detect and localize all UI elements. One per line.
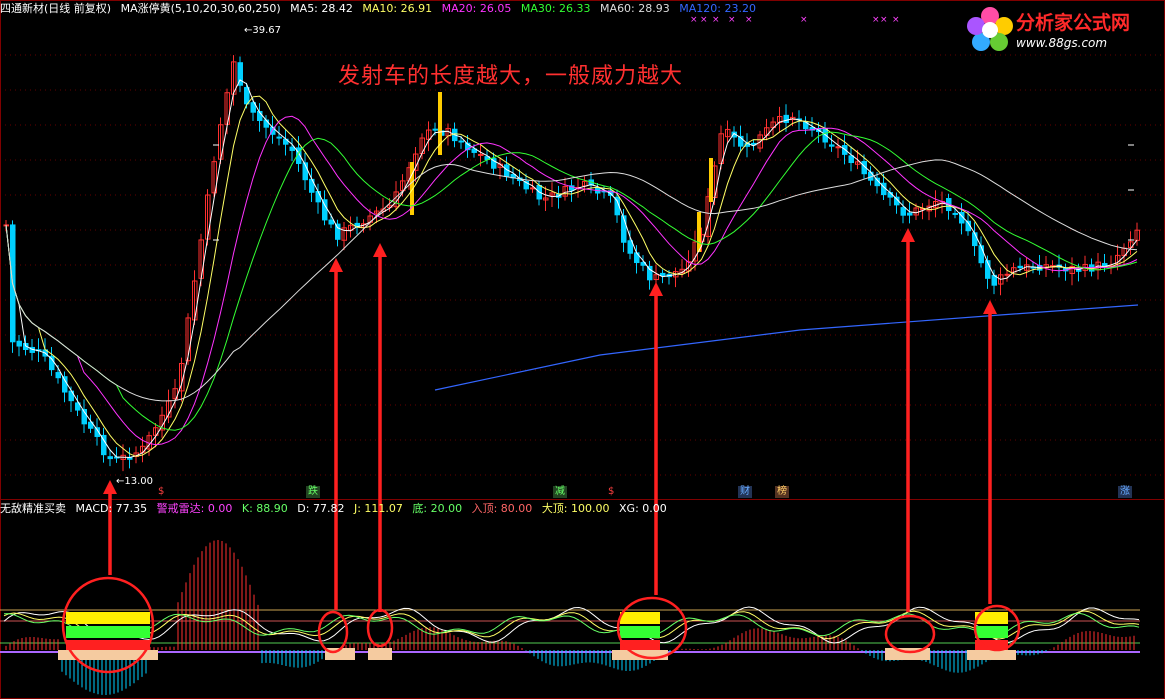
big-top-value: 大顶: 100.00 [541, 502, 610, 515]
candle-body [289, 146, 295, 151]
low-price-label: ←13.00 [116, 476, 153, 487]
candle-body [660, 272, 666, 276]
kdj-d-line [3, 612, 1140, 637]
buy-zone-green [66, 626, 150, 638]
event-tag-die[interactable]: 跌 [306, 486, 320, 498]
ma30-line [5, 131, 1138, 431]
candle-body [835, 146, 841, 149]
event-tag-cai[interactable]: 财 [738, 486, 752, 498]
bottom-value: 底: 20.00 [412, 502, 463, 515]
candle-body [978, 245, 984, 264]
buy-zone-green [620, 626, 660, 638]
high-price-label: ←39.67 [244, 25, 281, 36]
ma5-value: MA5: 28.42 [290, 2, 353, 15]
buy-zone-green [975, 626, 1008, 638]
event-tag-dollar-2[interactable]: $ [606, 486, 616, 498]
candle-body [432, 128, 438, 131]
main-chart-header: 四通新材(日线 前复权) MA涨停黄(5,10,20,30,60,250) MA… [0, 0, 762, 18]
sub-indicator-name: 无敌精准买卖 [0, 502, 66, 515]
logo: 分析家公式网 www.88gs.com [964, 2, 1164, 60]
ma20-value: MA20: 26.05 [441, 2, 512, 15]
k-value: K: 88.90 [241, 502, 288, 515]
ma120-line [434, 304, 1139, 391]
limit-up-candle [697, 212, 701, 252]
candle-body [952, 212, 958, 215]
candle-body [458, 140, 464, 143]
candle-body [627, 240, 633, 254]
candle-body [1004, 273, 1010, 276]
candle-body [107, 456, 113, 460]
candle-body [647, 265, 653, 281]
candle-body [907, 212, 913, 216]
candle-body [244, 87, 250, 105]
event-tag-jian[interactable]: 减 [553, 486, 567, 498]
radar-value: 警戒雷达: 0.00 [156, 502, 233, 515]
signal-arrow-1-head [103, 480, 117, 494]
logo-title: 分析家公式网 [1016, 12, 1131, 34]
candle-body [783, 114, 789, 123]
stock-chart[interactable]: ←39.67←13.00× × × × × × × × × [0, 0, 1165, 699]
xg-value: XG: 0.00 [619, 502, 667, 515]
buy-zone-red [66, 640, 150, 650]
highlight-circle [317, 610, 349, 654]
ma60-value: MA60: 28.93 [600, 2, 670, 15]
candle-body [62, 376, 68, 393]
signal-arrow-6-head [983, 300, 997, 314]
top-marker: × [880, 15, 888, 25]
candle-body [335, 223, 341, 240]
candle-body [55, 372, 61, 379]
signal-arrow-3-head [373, 243, 387, 257]
ma30-value: MA30: 26.33 [520, 2, 591, 15]
top-marker: × [872, 15, 880, 25]
limit-up-candle [709, 158, 713, 202]
candle-body [829, 144, 835, 147]
signal-arrow-5-head [901, 228, 915, 242]
buy-zone-base [967, 650, 1016, 660]
sub-chart-header: 无敌精准买卖 MACD: 77.35 警戒雷达: 0.00 K: 88.90 D… [0, 500, 673, 518]
j-value: J: 111.07 [353, 502, 403, 515]
candle-body [478, 153, 484, 156]
ma10-line [5, 95, 1138, 457]
annotation-text: 发射车的长度越大，一般威力越大 [338, 64, 684, 89]
ma20-line [5, 115, 1138, 446]
flower-logo-icon [967, 7, 1013, 51]
stock-title: 四通新材(日线 前复权) [0, 2, 112, 15]
candle-body [263, 119, 269, 128]
candle-body [848, 155, 854, 164]
signal-arrow-4-head [649, 282, 663, 296]
candle-body [276, 136, 282, 139]
candle-body [328, 219, 334, 225]
candle-body [315, 190, 321, 203]
buy-zone-yellow [66, 612, 150, 624]
candle-body [16, 340, 22, 347]
ma10-value: MA10: 26.91 [362, 2, 433, 15]
macd-value: MACD: 77.35 [75, 502, 148, 515]
event-tag-dollar-1[interactable]: $ [156, 486, 166, 498]
event-tag-bang[interactable]: 榜 [775, 486, 789, 498]
ma120-value: MA120: 23.20 [679, 2, 756, 15]
candle-body [900, 207, 906, 216]
top-marker: × [892, 15, 900, 25]
signal-zone [368, 648, 392, 660]
d-value: D: 77.82 [297, 502, 345, 515]
event-tag-zhang[interactable]: 涨 [1118, 486, 1132, 498]
buy-zone-yellow [620, 612, 660, 624]
kdj-k-line [3, 610, 1140, 640]
top-marker: × [800, 15, 808, 25]
highlight-circle [366, 608, 394, 648]
entry-top-value: 入顶: 80.00 [471, 502, 533, 515]
logo-url: www.88gs.com [1016, 36, 1108, 50]
candle-body [1017, 265, 1023, 269]
indicator-title: MA涨停黄(5,10,20,30,60,250) [120, 2, 281, 15]
